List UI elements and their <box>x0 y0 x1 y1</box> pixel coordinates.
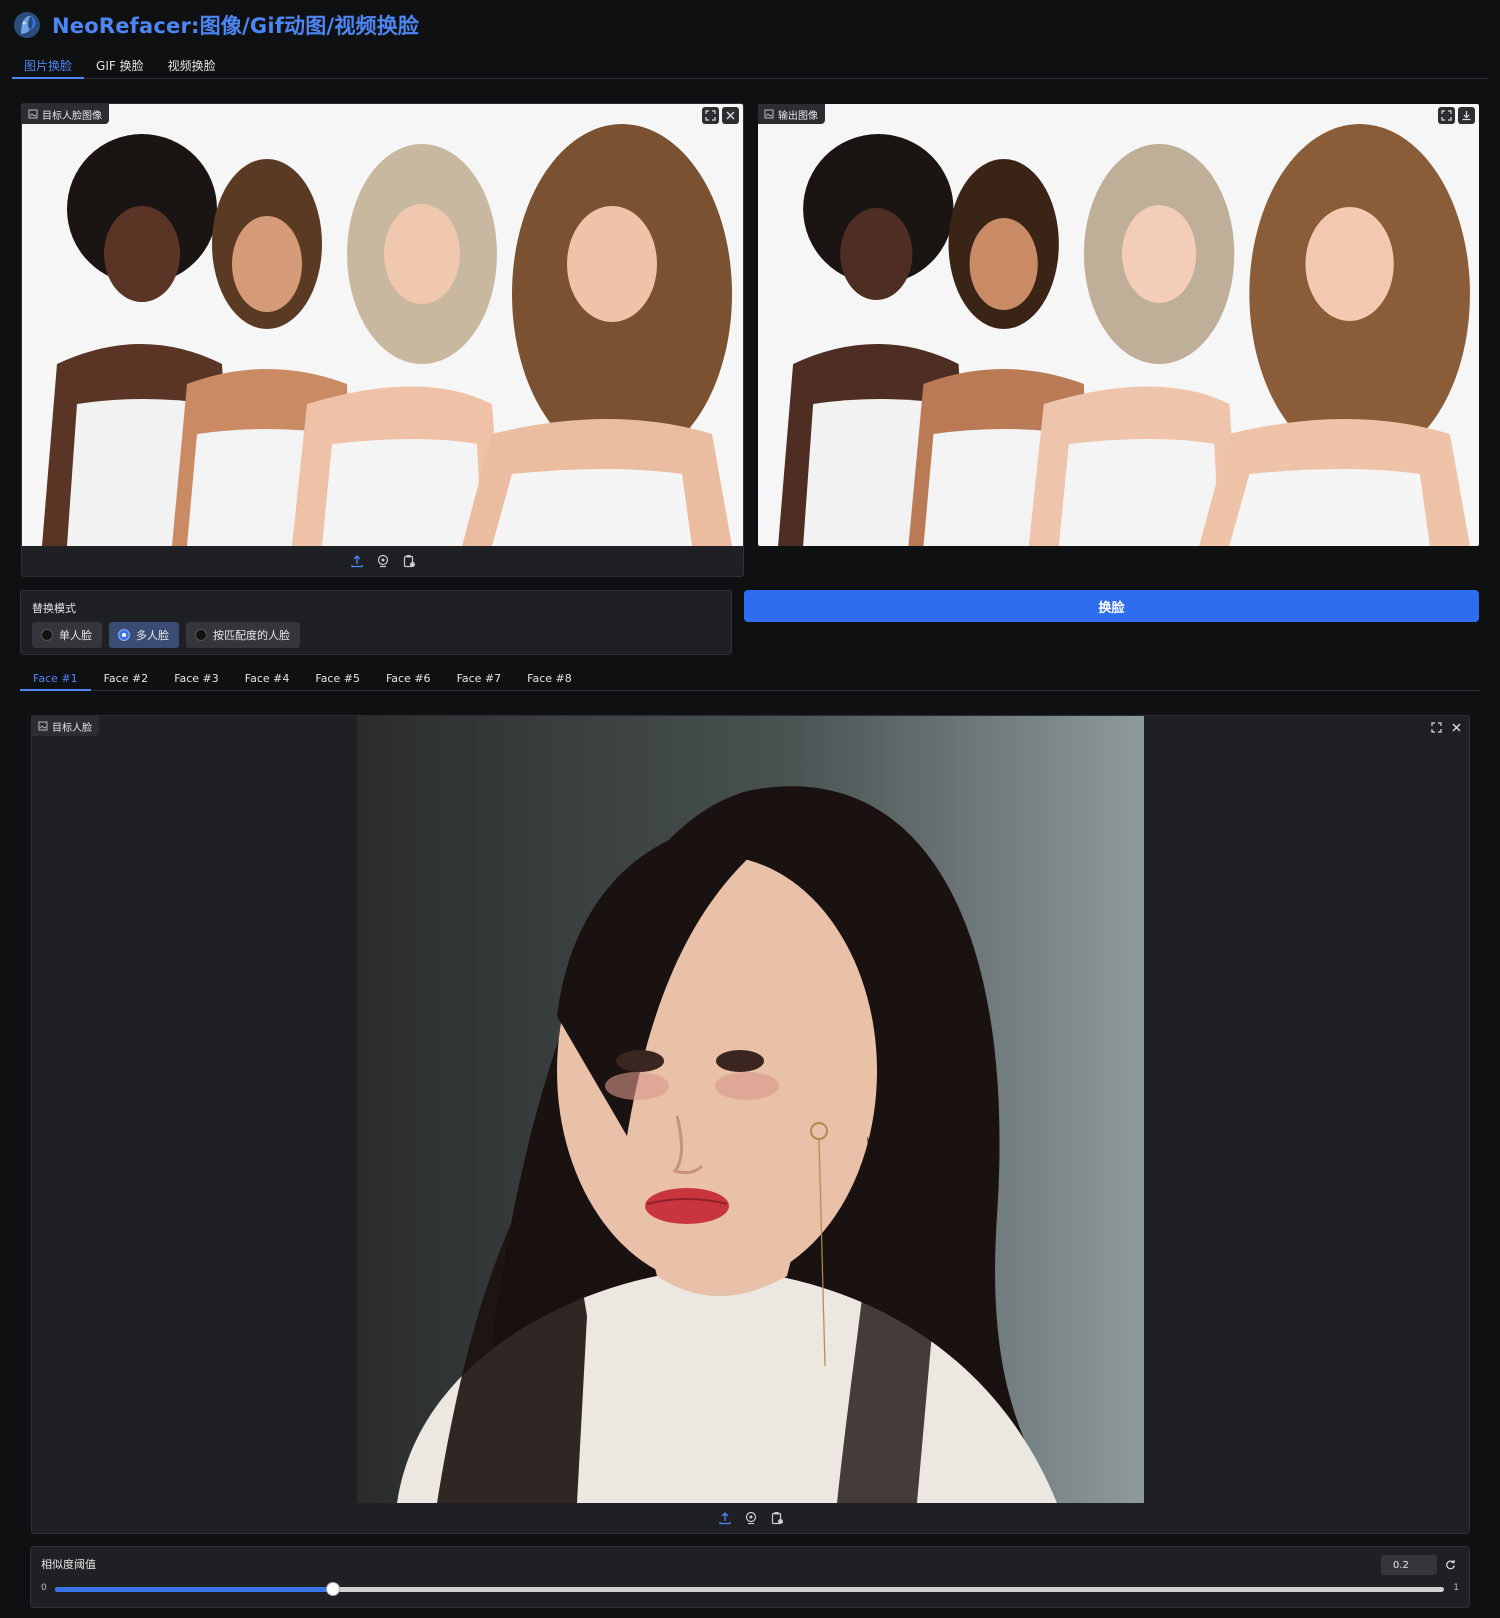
threshold-slider-thumb[interactable] <box>325 1582 340 1596</box>
swap-face-button[interactable]: 换脸 <box>744 590 1479 622</box>
target-image-actions <box>702 107 739 124</box>
radio-match-face[interactable]: 按匹配度的人脸 <box>186 622 300 648</box>
swap-mode-title: 替换模式 <box>32 602 76 615</box>
upload-icon[interactable] <box>348 552 366 570</box>
slider-min-label: 0 <box>41 1583 47 1593</box>
target-image-label: 目标人脸图像 <box>22 104 109 124</box>
webcam-icon[interactable] <box>742 1509 760 1527</box>
webcam-icon[interactable] <box>374 552 392 570</box>
tab-face-7[interactable]: Face #7 <box>444 668 515 691</box>
face-portrait-photo <box>357 716 1144 1503</box>
download-icon[interactable] <box>1458 107 1475 124</box>
threshold-number-input[interactable]: 0.2 <box>1381 1555 1437 1575</box>
threshold-slider-fill <box>55 1587 333 1592</box>
fullscreen-icon[interactable] <box>1438 107 1455 124</box>
clipboard-icon[interactable] <box>768 1509 786 1527</box>
fullscreen-icon[interactable] <box>702 107 719 124</box>
image-icon <box>38 721 48 731</box>
tab-face-2[interactable]: Face #2 <box>91 668 162 691</box>
face-image-label: 目标人脸 <box>32 716 99 736</box>
output-image-label: 输出图像 <box>758 104 825 124</box>
app-title: NeoRefacer:图像/Gif动图/视频换脸 <box>52 14 420 38</box>
image-icon <box>764 109 774 119</box>
image-icon <box>28 109 38 119</box>
target-image-panel[interactable]: 目标人脸图像 <box>21 103 744 577</box>
radio-dot <box>41 629 53 641</box>
face-image-panel[interactable]: 目标人脸 <box>31 715 1470 1534</box>
app-header: NeoRefacer:图像/Gif动图/视频换脸 <box>12 10 419 40</box>
face-tabs: Face #1 Face #2 Face #3 Face #4 Face #5 … <box>20 668 1480 691</box>
radio-dot <box>118 629 130 641</box>
radio-multi-face[interactable]: 多人脸 <box>109 622 179 648</box>
tab-image-swap[interactable]: 图片换脸 <box>12 52 85 79</box>
threshold-slider-track[interactable] <box>55 1582 1444 1596</box>
fullscreen-icon[interactable] <box>1428 719 1445 736</box>
tab-face-3[interactable]: Face #3 <box>161 668 232 691</box>
close-icon[interactable] <box>722 107 739 124</box>
tab-face-4[interactable]: Face #4 <box>232 668 303 691</box>
reset-icon[interactable] <box>1443 1557 1457 1571</box>
face-image-toolbar <box>32 1503 1469 1533</box>
close-icon[interactable] <box>1448 719 1465 736</box>
tab-face-1[interactable]: Face #1 <box>20 668 91 691</box>
target-image-toolbar <box>22 546 743 576</box>
output-image-panel: 输出图像 <box>757 103 1480 547</box>
similarity-threshold-control: 相似度阈值 0.2 0 1 <box>30 1546 1470 1608</box>
tab-video-swap[interactable]: 视频换脸 <box>156 52 228 79</box>
app-root: NeoRefacer:图像/Gif动图/视频换脸 图片换脸 GIF 换脸 视频换… <box>0 0 1500 1618</box>
tab-face-6[interactable]: Face #6 <box>373 668 444 691</box>
clipboard-icon[interactable] <box>400 552 418 570</box>
tab-face-8[interactable]: Face #8 <box>514 668 585 691</box>
swap-mode-options: 单人脸 多人脸 按匹配度的人脸 <box>32 622 300 648</box>
logo-icon <box>14 12 40 38</box>
radio-single-face[interactable]: 单人脸 <box>32 622 102 648</box>
threshold-label: 相似度阈值 <box>41 1558 96 1571</box>
target-group-photo <box>22 104 743 546</box>
upload-icon[interactable] <box>716 1509 734 1527</box>
swap-mode-group: 替换模式 单人脸 多人脸 按匹配度的人脸 <box>20 590 732 655</box>
main-tabs: 图片换脸 GIF 换脸 视频换脸 <box>12 52 1488 79</box>
output-group-photo <box>758 104 1479 546</box>
radio-dot <box>195 629 207 641</box>
tab-face-5[interactable]: Face #5 <box>302 668 373 691</box>
slider-max-label: 1 <box>1453 1583 1459 1593</box>
face-image-actions <box>1428 719 1465 736</box>
tab-gif-swap[interactable]: GIF 换脸 <box>84 52 156 79</box>
output-image-actions <box>1438 107 1475 124</box>
